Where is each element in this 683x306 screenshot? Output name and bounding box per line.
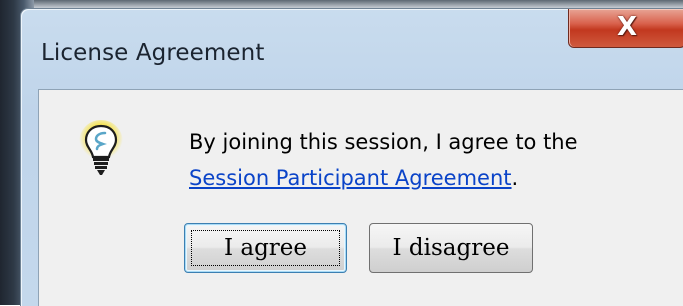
dialog-title: License Agreement [41, 40, 265, 66]
message-line-1: By joining this session, I agree to the [189, 130, 578, 154]
close-icon: X [616, 12, 638, 42]
agree-button[interactable]: I agree [184, 223, 347, 273]
close-button[interactable]: X [568, 9, 683, 48]
dialog-body: By joining this session, I agree to the … [38, 89, 683, 306]
agreement-link[interactable]: Session Participant Agreement [189, 166, 512, 190]
background-window-edge [0, 0, 683, 8]
lightbulb-icon [79, 120, 123, 175]
disagree-button-label: I disagree [392, 235, 510, 261]
focus-indicator [191, 230, 340, 266]
message-line-2: Session Participant Agreement. [189, 160, 578, 196]
message-period: . [511, 166, 519, 190]
title-bar[interactable]: License Agreement X [21, 9, 683, 87]
agreement-message: By joining this session, I agree to the … [189, 124, 578, 196]
license-dialog: License Agreement X By joining this sess… [20, 8, 683, 306]
disagree-button[interactable]: I disagree [369, 223, 533, 273]
